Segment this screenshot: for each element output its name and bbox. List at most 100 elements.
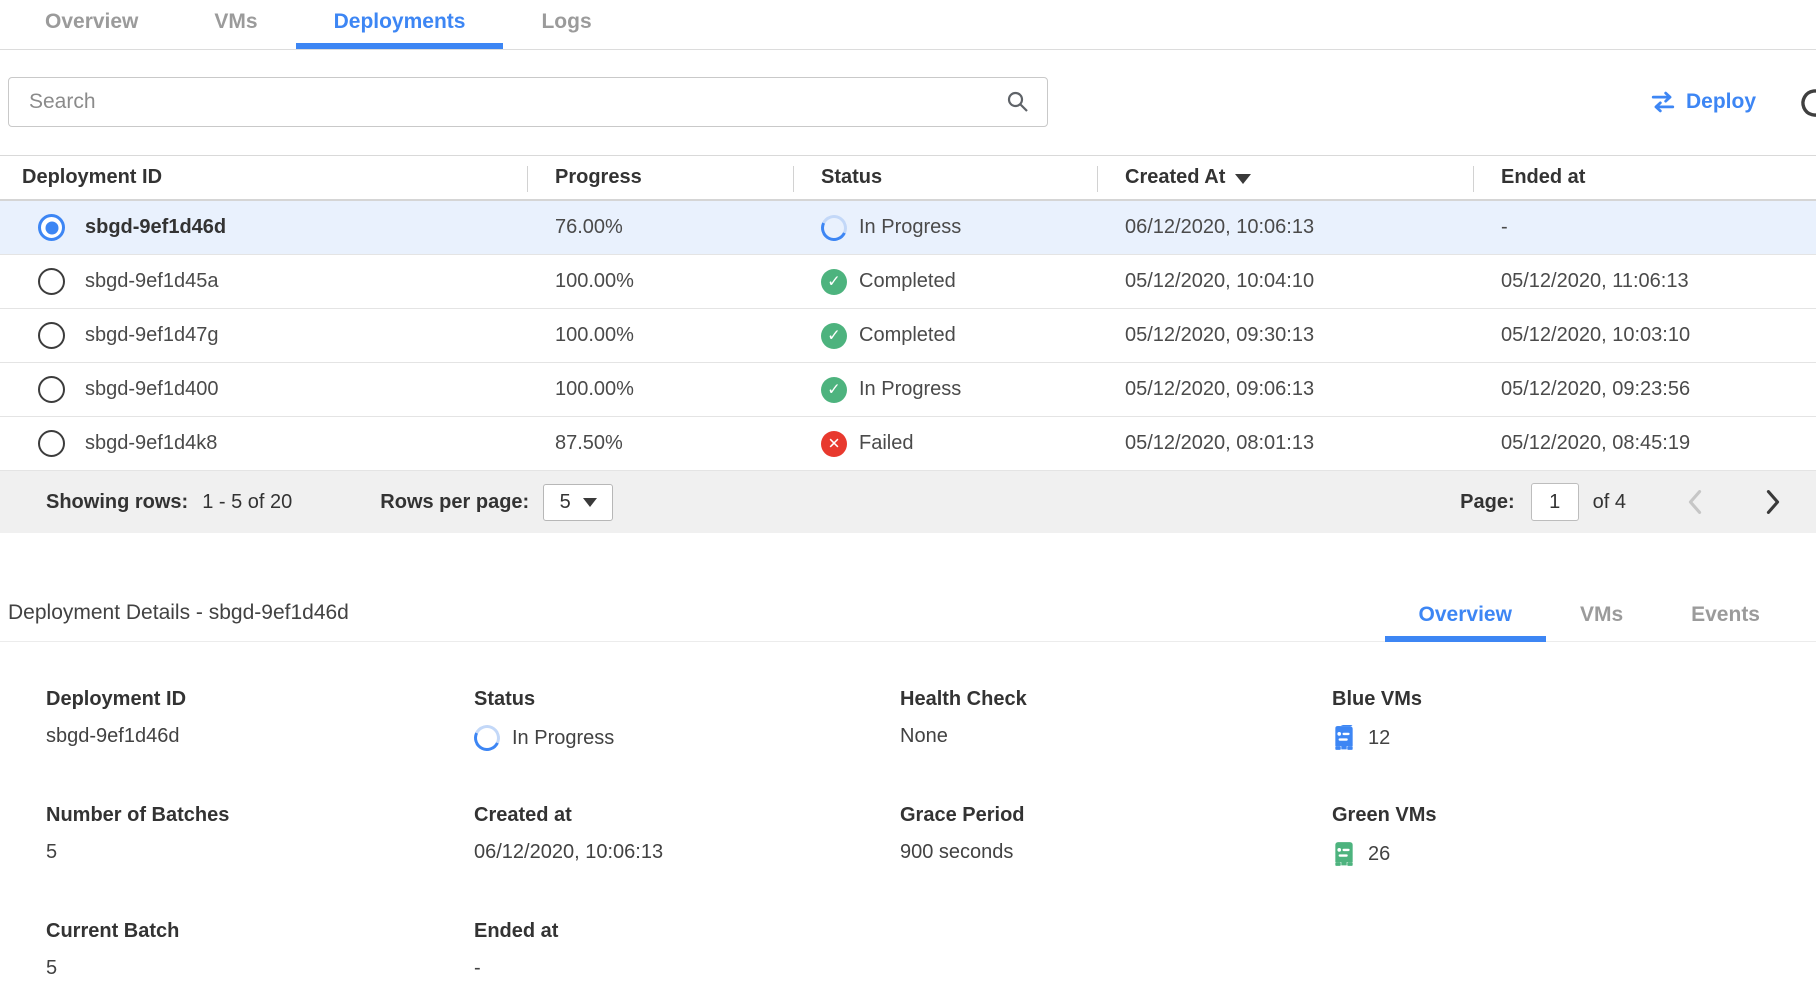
- col-header-progress[interactable]: Progress: [527, 156, 793, 199]
- details-tab-vms[interactable]: VMs: [1546, 603, 1657, 641]
- search-box: [8, 77, 1048, 127]
- field-value: 06/12/2020, 10:06:13: [474, 841, 900, 864]
- field-number-of-batches: Number of Batches 5: [46, 804, 474, 920]
- details-grid: Deployment ID sbgd-9ef1d46d Status In Pr…: [0, 642, 1816, 992]
- field-value: 5: [46, 957, 474, 980]
- search-icon: [1006, 90, 1030, 119]
- field-value: 26: [1368, 843, 1390, 866]
- ended-at-value: 05/12/2020, 11:06:13: [1473, 270, 1816, 293]
- field-status: Status In Progress: [474, 688, 900, 804]
- status-label: In Progress: [859, 216, 961, 239]
- progress-value: 100.00%: [527, 270, 793, 293]
- field-deployment-id: Deployment ID sbgd-9ef1d46d: [46, 688, 474, 804]
- field-label: Number of Batches: [46, 804, 474, 827]
- field-health-check: Health Check None: [900, 688, 1332, 804]
- sort-desc-icon[interactable]: [1235, 174, 1251, 184]
- field-value: In Progress: [512, 727, 614, 750]
- col-header-ended-at[interactable]: Ended at: [1473, 156, 1816, 199]
- in-progress-spinner-icon: [470, 721, 503, 754]
- deployments-table: Deployment ID Progress Status Created At…: [0, 155, 1816, 533]
- field-label: Created at: [474, 804, 900, 827]
- table-row[interactable]: sbgd-9ef1d4k8 87.50% Failed 05/12/2020, …: [0, 417, 1816, 471]
- tab-logs[interactable]: Logs: [503, 0, 629, 49]
- created-at-value: 05/12/2020, 08:01:13: [1097, 432, 1473, 455]
- next-page-icon[interactable]: [1764, 489, 1782, 515]
- tab-logs-label: Logs: [541, 10, 591, 34]
- field-value: None: [900, 725, 1332, 748]
- row-radio[interactable]: [38, 322, 65, 349]
- row-radio[interactable]: [38, 376, 65, 403]
- rows-per-page-label: Rows per page:: [380, 491, 529, 514]
- rows-per-page-select[interactable]: 5: [543, 484, 613, 521]
- status-label: Failed: [859, 432, 913, 455]
- tab-vms[interactable]: VMs: [176, 0, 295, 49]
- progress-value: 100.00%: [527, 378, 793, 401]
- deployment-id: sbgd-9ef1d47g: [85, 324, 218, 347]
- tab-vms-label: VMs: [214, 10, 257, 34]
- refresh-icon[interactable]: [1798, 86, 1816, 125]
- progress-value: 87.50%: [527, 432, 793, 455]
- field-label: Health Check: [900, 688, 1332, 711]
- deployment-id: sbgd-9ef1d400: [85, 378, 218, 401]
- toolbar: Deploy: [0, 50, 1816, 155]
- table-header-row: Deployment ID Progress Status Created At…: [0, 155, 1816, 201]
- ended-at-value: 05/12/2020, 09:23:56: [1473, 378, 1816, 401]
- table-row[interactable]: sbgd-9ef1d47g 100.00% Completed 05/12/20…: [0, 309, 1816, 363]
- row-radio[interactable]: [38, 430, 65, 457]
- status-label: Completed: [859, 324, 956, 347]
- tab-overview[interactable]: Overview: [7, 0, 176, 49]
- deployment-id: sbgd-9ef1d46d: [85, 216, 226, 239]
- page-total-label: of 4: [1593, 491, 1626, 514]
- deploy-button[interactable]: Deploy: [1650, 77, 1756, 127]
- previous-page-icon[interactable]: [1686, 489, 1704, 515]
- col-header-progress-label: Progress: [555, 166, 642, 189]
- created-at-value: 06/12/2020, 10:06:13: [1097, 216, 1473, 239]
- field-created-at: Created at 06/12/2020, 10:06:13: [474, 804, 900, 920]
- progress-value: 100.00%: [527, 324, 793, 347]
- field-green-vms: Green VMs 26: [1332, 804, 1816, 920]
- search-input[interactable]: [8, 77, 1048, 127]
- table-row[interactable]: sbgd-9ef1d46d 76.00% In Progress 06/12/2…: [0, 201, 1816, 255]
- completed-check-icon: [821, 269, 847, 295]
- field-value: sbgd-9ef1d46d: [46, 725, 474, 748]
- field-label: Grace Period: [900, 804, 1332, 827]
- field-ended-at: Ended at -: [474, 920, 900, 992]
- col-header-created-at-label: Created At: [1125, 166, 1225, 189]
- field-grace-period: Grace Period 900 seconds: [900, 804, 1332, 920]
- main-tabbar: Overview VMs Deployments Logs: [0, 0, 1816, 50]
- col-header-status[interactable]: Status: [793, 156, 1097, 199]
- tab-overview-label: Overview: [45, 10, 138, 34]
- deployment-details-header: Deployment Details - sbgd-9ef1d46d Overv…: [0, 601, 1816, 642]
- table-row[interactable]: sbgd-9ef1d400 100.00% In Progress 05/12/…: [0, 363, 1816, 417]
- table-row[interactable]: sbgd-9ef1d45a 100.00% Completed 05/12/20…: [0, 255, 1816, 309]
- created-at-value: 05/12/2020, 10:04:10: [1097, 270, 1473, 293]
- tab-deployments[interactable]: Deployments: [296, 0, 504, 49]
- in-progress-spinner-icon: [817, 211, 850, 244]
- pager: Page: of 4: [1460, 483, 1782, 521]
- details-tab-vms-label: VMs: [1580, 603, 1623, 626]
- details-tab-overview[interactable]: Overview: [1385, 603, 1546, 641]
- completed-check-icon: [821, 323, 847, 349]
- ended-at-value: 05/12/2020, 08:45:19: [1473, 432, 1816, 455]
- row-radio-selected[interactable]: [38, 214, 65, 241]
- col-header-status-label: Status: [821, 166, 882, 189]
- created-at-value: 05/12/2020, 09:06:13: [1097, 378, 1473, 401]
- page-number-input[interactable]: [1531, 483, 1579, 521]
- col-header-deployment-id-label: Deployment ID: [22, 166, 162, 189]
- col-header-deployment-id[interactable]: Deployment ID: [0, 156, 527, 199]
- tab-deployments-label: Deployments: [334, 10, 466, 34]
- page-label: Page:: [1460, 491, 1514, 514]
- field-label: Current Batch: [46, 920, 474, 943]
- status-label: In Progress: [859, 378, 961, 401]
- field-value: 900 seconds: [900, 841, 1332, 864]
- ended-at-value: -: [1473, 216, 1816, 239]
- details-tabbar: Overview VMs Events: [1385, 603, 1816, 641]
- swap-arrows-icon: [1650, 90, 1676, 114]
- col-header-created-at[interactable]: Created At: [1097, 156, 1473, 199]
- details-tab-events[interactable]: Events: [1657, 603, 1794, 641]
- created-at-value: 05/12/2020, 09:30:13: [1097, 324, 1473, 347]
- row-radio[interactable]: [38, 268, 65, 295]
- green-vm-icon: [1332, 841, 1356, 867]
- deploy-button-label: Deploy: [1686, 90, 1756, 114]
- failed-x-icon: [821, 431, 847, 457]
